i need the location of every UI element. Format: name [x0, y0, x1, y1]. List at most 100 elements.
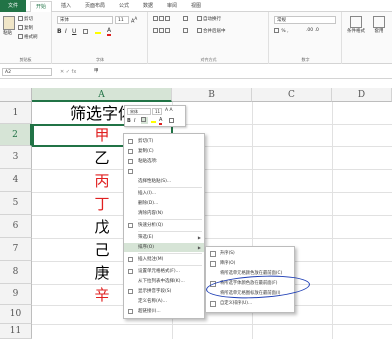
gridline [32, 324, 392, 325]
menu-format-cells[interactable]: 设置单元格格式(F)... [124, 267, 204, 276]
menu-insert-comment[interactable]: 插入批注(M) [124, 255, 204, 264]
menu-quick-analysis[interactable]: 快速分析(Q) [124, 221, 204, 230]
table-style-button[interactable]: 套用 [373, 16, 385, 34]
submenu-sort-descending[interactable]: 降序(O) [206, 259, 294, 269]
name-box[interactable]: A2 [2, 68, 52, 76]
mini-grow-font-button[interactable]: A A [165, 108, 173, 113]
tab-data[interactable]: 数据 [138, 1, 158, 12]
tab-page-layout[interactable]: 页面布局 [80, 1, 110, 12]
row-header-11[interactable]: 11 [0, 324, 32, 339]
align-top-button[interactable] [153, 16, 171, 22]
tab-file[interactable]: 文件 [0, 0, 26, 12]
paste-button[interactable]: 粘贴 [3, 16, 15, 36]
menu-pick-from-list[interactable]: 从下拉列表中选择(K)... [124, 277, 204, 286]
row-header-9[interactable]: 9 [0, 284, 32, 305]
menu-sort[interactable]: 排序(O) ▶ [124, 243, 204, 252]
menu-paste-options[interactable]: 粘贴选项: [124, 157, 204, 166]
row-header-8[interactable]: 8 [0, 261, 32, 284]
mini-font-select[interactable]: 宋体 [127, 108, 151, 115]
menu-delete[interactable]: 删除(D)... [124, 199, 204, 208]
format-cells-icon [128, 269, 133, 274]
tab-view[interactable]: 视图 [186, 1, 206, 12]
grow-font-button[interactable]: AA [131, 16, 137, 25]
gridline [332, 102, 333, 339]
menu-separator [138, 231, 202, 232]
row-header-5[interactable]: 5 [0, 192, 32, 215]
wrap-icon [197, 16, 202, 21]
mini-center-button[interactable] [141, 117, 148, 124]
conditional-format-icon [350, 16, 362, 28]
wrap-text-button[interactable]: 自动换行 [197, 16, 221, 22]
mini-bold-button[interactable]: B [127, 118, 131, 124]
menu-paste-icons[interactable] [124, 167, 204, 175]
font-size-select[interactable]: 11 [115, 16, 129, 24]
formula-bar: A2 ✕ ✓ fx 甲 [0, 65, 392, 79]
fill-color-button[interactable] [95, 28, 101, 36]
bold-button[interactable]: B [57, 28, 62, 35]
formula-controls[interactable]: ✕ ✓ fx [60, 69, 76, 75]
align-left-button[interactable] [153, 28, 171, 34]
copy-button[interactable]: 复制 [18, 25, 33, 31]
format-painter-button[interactable]: 格式刷 [18, 34, 38, 40]
column-header-d[interactable]: D [332, 88, 392, 102]
mini-size-select[interactable]: 11 [152, 108, 162, 115]
menu-filter[interactable]: 筛选(E) ▶ [124, 233, 204, 242]
decimal-button[interactable]: .00 .0 [306, 28, 319, 33]
column-header-a[interactable]: A [32, 88, 172, 102]
underline-button[interactable]: U [72, 28, 76, 35]
comment-icon [128, 257, 133, 262]
mini-font-color-button[interactable]: A [159, 117, 163, 125]
number-format-select[interactable]: 常规 [274, 16, 336, 24]
align-center-icon [141, 117, 146, 122]
select-all-corner[interactable] [0, 88, 32, 102]
row-header-6[interactable]: 6 [0, 215, 32, 238]
menu-cut[interactable]: 剪切(T) [124, 137, 204, 146]
menu-define-name[interactable]: 定义名称(A)... [124, 297, 204, 306]
mini-fill-button[interactable] [151, 118, 156, 125]
tab-review[interactable]: 审阅 [162, 1, 182, 12]
border-icon [169, 118, 174, 123]
menu-paste-special[interactable]: 选择性粘贴(S)... [124, 177, 204, 186]
menu-clear-contents[interactable]: 清除内容(N) [124, 209, 204, 218]
row-header-2[interactable]: 2 [0, 124, 32, 146]
copy-icon [18, 25, 23, 30]
menu-hyperlink[interactable]: 超链接(I)... [124, 307, 204, 316]
custom-sort-icon [210, 301, 216, 307]
menu-insert[interactable]: 插入(I)... [124, 189, 204, 198]
merge-center-button[interactable]: 合并后居中 [197, 28, 226, 34]
font-group: 宋体 11 AA B I U A 字体 [53, 12, 148, 64]
indent-button[interactable] [183, 28, 189, 34]
font-color-button[interactable]: A [107, 27, 112, 36]
submenu-custom-sort[interactable]: 自定义排序(U)... [206, 299, 294, 309]
tab-home[interactable]: 开始 [30, 1, 52, 12]
tab-insert[interactable]: 插入 [56, 1, 76, 12]
italic-button[interactable]: I [65, 28, 67, 35]
conditional-format-button[interactable]: 条件格式 [347, 16, 365, 34]
alignment-label: 对齐方式 [200, 57, 217, 62]
scissors-icon [18, 16, 23, 21]
cut-button[interactable]: 剪切 [18, 16, 33, 22]
mini-italic-button[interactable]: I [134, 118, 135, 124]
currency-button[interactable]: % , [274, 28, 289, 34]
formula-input[interactable]: 甲 [92, 68, 390, 76]
font-name-select[interactable]: 宋体 [57, 16, 113, 24]
row-header-4[interactable]: 4 [0, 169, 32, 192]
mini-border-button[interactable] [169, 118, 175, 124]
clipboard-label: 剪贴板 [19, 57, 32, 62]
fill-bucket-icon [95, 28, 101, 34]
link-icon [128, 309, 133, 314]
border-button[interactable] [83, 29, 89, 35]
menu-copy[interactable]: 复制(C) [124, 147, 204, 156]
column-header-c[interactable]: C [252, 88, 332, 102]
orientation-button[interactable] [183, 16, 189, 22]
row-header-3[interactable]: 3 [0, 146, 32, 169]
submenu-sort-ascending[interactable]: 升序(S) [206, 249, 294, 259]
tab-formulas[interactable]: 公式 [114, 1, 134, 12]
sort-descending-icon [210, 261, 216, 267]
row-header-10[interactable]: 10 [0, 305, 32, 324]
menu-phonetic[interactable]: 显示拼音字段(S) [124, 287, 204, 296]
column-header-b[interactable]: B [172, 88, 252, 102]
row-header-7[interactable]: 7 [0, 238, 32, 261]
chevron-right-icon: ▶ [197, 235, 201, 240]
row-header-1[interactable]: 1 [0, 102, 32, 124]
